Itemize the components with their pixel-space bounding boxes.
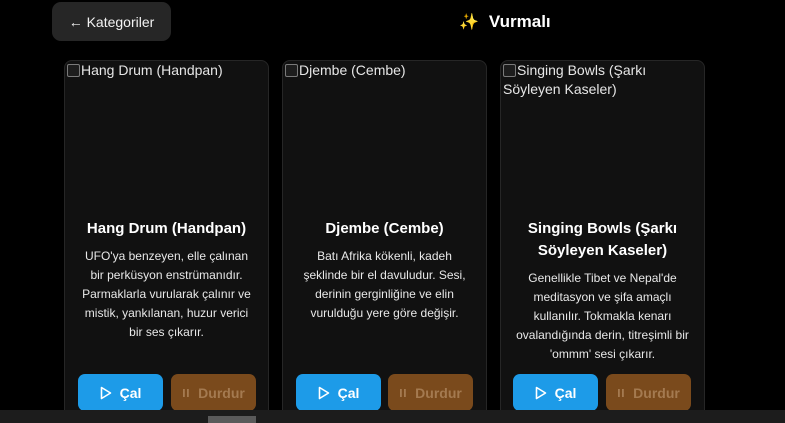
- instrument-image: Djembe (Cembe): [283, 61, 486, 201]
- play-label: Çal: [119, 384, 142, 401]
- broken-image-icon: [285, 64, 298, 77]
- instrument-card-singing-bowls: Singing Bowls (Şarkı Söyleyen Kaseler) S…: [500, 60, 705, 420]
- stop-label: Durdur: [198, 384, 245, 401]
- play-label: Çal: [554, 384, 577, 401]
- page-title: ✨ Vurmalı: [459, 10, 551, 34]
- image-alt-text: Singing Bowls (Şarkı Söyleyen Kaseler): [503, 62, 647, 97]
- instrument-description: UFO'ya benzeyen, elle çalınan bir perküs…: [82, 249, 251, 339]
- play-button[interactable]: Çal: [296, 374, 381, 411]
- pause-icon: [399, 388, 407, 398]
- play-icon: [535, 386, 547, 400]
- play-button[interactable]: Çal: [78, 374, 163, 411]
- stop-label: Durdur: [633, 384, 680, 401]
- broken-image-icon: [503, 64, 516, 77]
- instrument-title: Singing Bowls (Şarkı Söyleyen Kaseler): [527, 220, 678, 259]
- stop-button[interactable]: Durdur: [171, 374, 256, 411]
- pause-icon: [182, 388, 190, 398]
- image-alt-text: Hang Drum (Handpan): [81, 62, 223, 78]
- instrument-card-hang-drum: Hang Drum (Handpan) Hang Drum (Handpan) …: [64, 60, 269, 420]
- play-icon: [318, 386, 330, 400]
- broken-image-icon: [67, 64, 80, 77]
- instrument-title: Hang Drum (Handpan): [86, 220, 247, 237]
- pause-icon: [617, 388, 625, 398]
- image-alt-text: Djembe (Cembe): [299, 62, 406, 78]
- back-to-categories-button[interactable]: ← Kategoriler: [52, 2, 171, 41]
- instrument-description: Batı Afrika kökenli, kadeh şeklinde bir …: [303, 249, 466, 320]
- stop-button[interactable]: Durdur: [606, 374, 691, 411]
- instrument-title: Djembe (Cembe): [325, 220, 444, 237]
- stop-button[interactable]: Durdur: [388, 374, 473, 411]
- play-label: Çal: [337, 384, 360, 401]
- sparkles-icon: ✨: [459, 14, 479, 31]
- scrollbar-thumb[interactable]: [208, 416, 256, 423]
- play-icon: [100, 386, 112, 400]
- instrument-card-djembe: Djembe (Cembe) Djembe (Cembe) Batı Afrik…: [282, 60, 487, 420]
- play-button[interactable]: Çal: [513, 374, 598, 411]
- stop-label: Durdur: [415, 384, 462, 401]
- horizontal-scrollbar[interactable]: [0, 410, 785, 423]
- instrument-description: Genellikle Tibet ve Nepal'de meditasyon …: [516, 271, 689, 361]
- instrument-image: Singing Bowls (Şarkı Söyleyen Kaseler): [501, 61, 704, 201]
- page-title-text: Vurmalı: [488, 12, 551, 31]
- instrument-image: Hang Drum (Handpan): [65, 61, 268, 201]
